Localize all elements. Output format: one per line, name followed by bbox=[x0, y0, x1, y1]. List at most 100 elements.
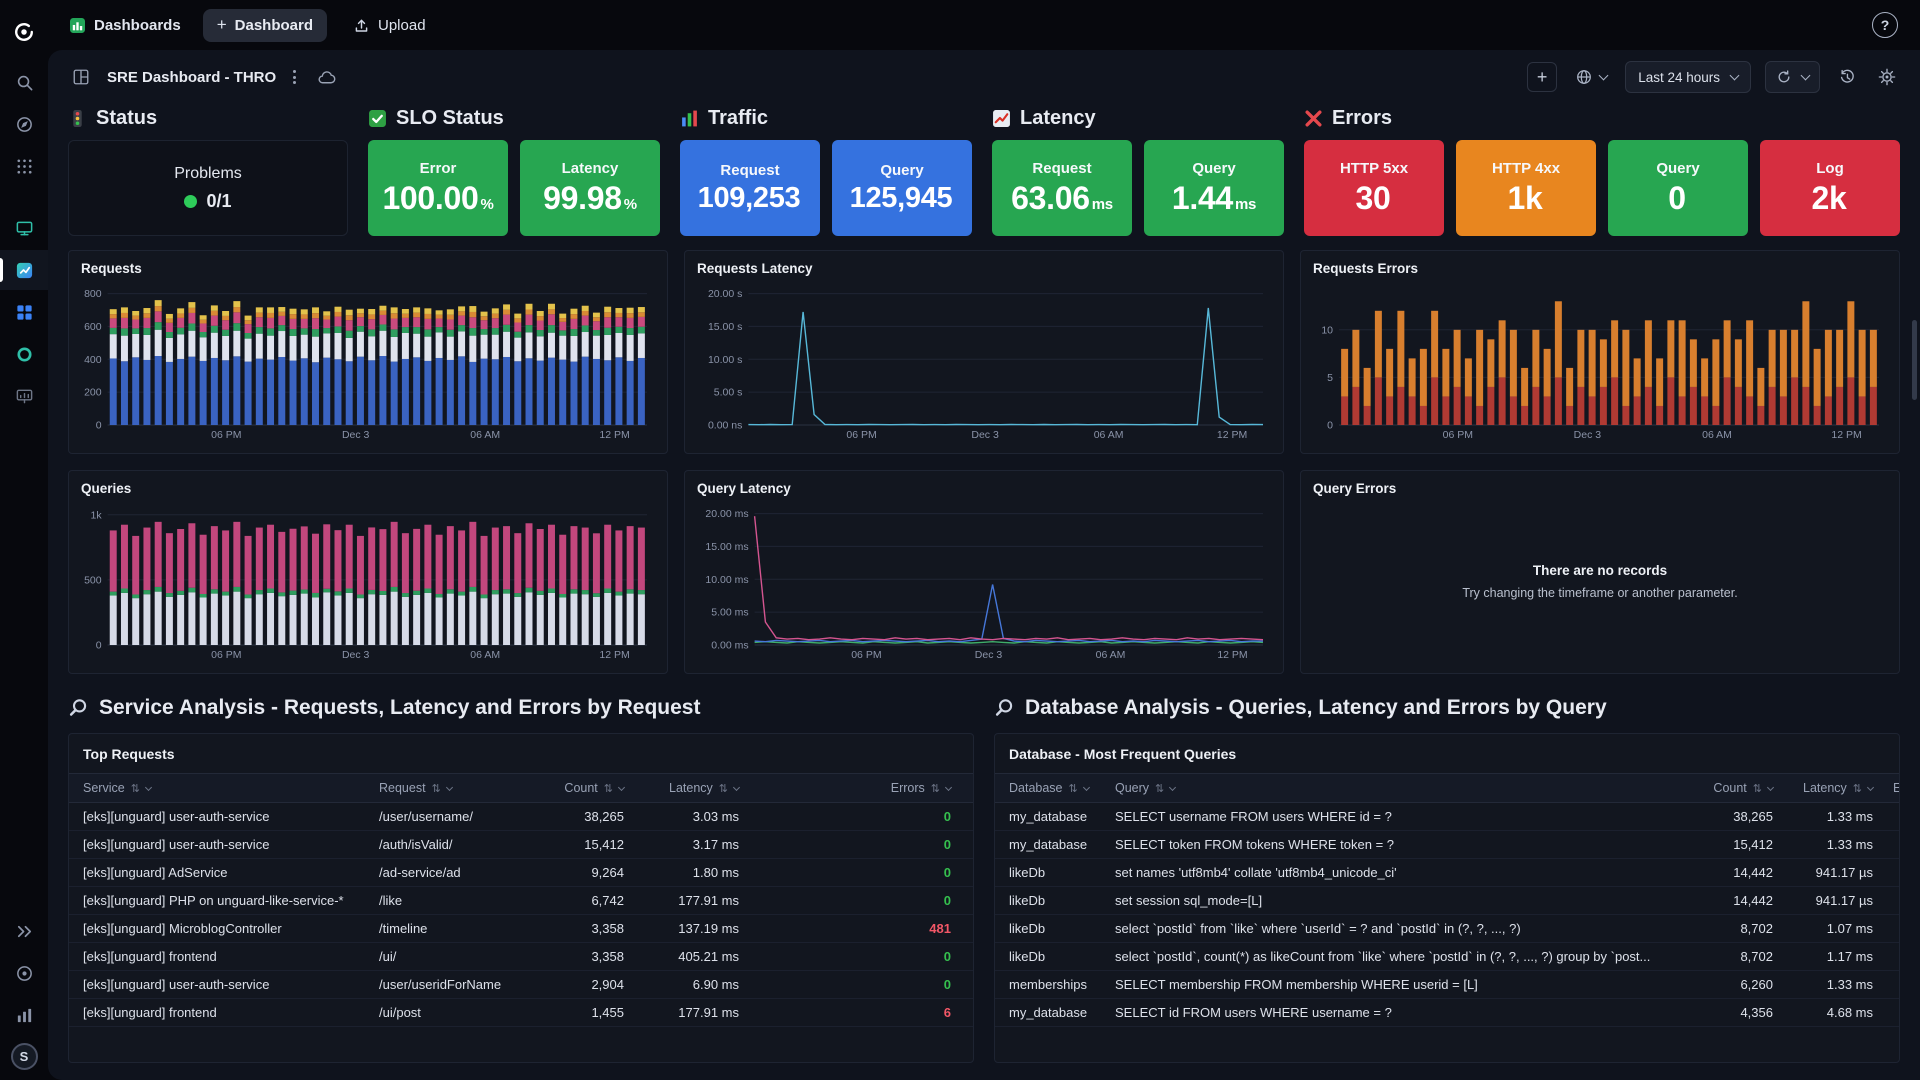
table-row[interactable]: [eks][unguard] PHP on unguard-like-servi… bbox=[69, 887, 973, 915]
table-row[interactable]: [eks][unguard] AdService/ad-service/ad9,… bbox=[69, 859, 973, 887]
table-row[interactable]: my_databaseSELECT token FROM tokens WHER… bbox=[995, 831, 1899, 859]
table-row[interactable]: my_databaseSELECT id FROM users WHERE us… bbox=[995, 999, 1899, 1027]
chevron-down-icon[interactable] bbox=[618, 784, 625, 791]
column-header-errors[interactable]: Errors⇅ bbox=[749, 774, 973, 803]
tile-http-4xx[interactable]: HTTP 4xx1k bbox=[1456, 140, 1596, 236]
table-row[interactable]: [eks][unguard] frontend/ui/post1,455177.… bbox=[69, 999, 973, 1027]
tracing-ring-icon[interactable] bbox=[0, 334, 48, 374]
help-button[interactable]: ? bbox=[1872, 12, 1898, 38]
chart-canvas[interactable]: 051006 PMDec 306 AM12 PM bbox=[1313, 279, 1887, 443]
table-row[interactable]: membershipsSELECT membership FROM member… bbox=[995, 971, 1899, 999]
table-row[interactable]: [eks][unguard] user-auth-service/auth/is… bbox=[69, 831, 973, 859]
cloud-sync-icon[interactable] bbox=[313, 64, 340, 91]
sort-icon[interactable]: ⇅ bbox=[131, 783, 140, 795]
sort-icon[interactable]: ⇅ bbox=[1753, 783, 1762, 795]
problems-panel[interactable]: Problems 0/1 bbox=[68, 140, 348, 236]
apps-grid-icon[interactable] bbox=[0, 146, 48, 186]
chevron-down-icon[interactable] bbox=[1169, 784, 1176, 791]
table-row[interactable]: likeDbset session sql_mode=[L]14,442941.… bbox=[995, 887, 1899, 915]
column-header-service[interactable]: Service⇅ bbox=[69, 774, 369, 803]
tile-request[interactable]: Request63.06ms bbox=[992, 140, 1132, 236]
tile-latency[interactable]: Latency99.98% bbox=[520, 140, 660, 236]
table-row[interactable]: likeDbselect `postId` from `like` where … bbox=[995, 915, 1899, 943]
chart-canvas[interactable]: 0.00 ns5.00 s10.00 s15.00 s20.00 s06 PMD… bbox=[697, 279, 1271, 443]
gear-icon[interactable] bbox=[1874, 64, 1900, 90]
chevron-down-icon[interactable] bbox=[1801, 70, 1811, 80]
tile-request[interactable]: Request109,253 bbox=[680, 140, 820, 236]
column-header-e[interactable]: E bbox=[1883, 774, 1899, 803]
chevron-down-icon[interactable] bbox=[446, 784, 453, 791]
chevron-down-icon[interactable] bbox=[1083, 784, 1090, 791]
chevron-down-icon[interactable] bbox=[945, 784, 952, 791]
sidebar-item-dashboards-active[interactable] bbox=[0, 250, 48, 290]
usage-chart-icon[interactable] bbox=[0, 995, 48, 1035]
grid-apps-blue-icon[interactable] bbox=[0, 292, 48, 332]
expand-sidebar-icon[interactable] bbox=[0, 911, 48, 951]
sort-icon[interactable]: ⇅ bbox=[604, 783, 613, 795]
chart-query-latency[interactable]: Query Latency 0.00 ms5.00 ms10.00 ms15.0… bbox=[684, 470, 1284, 674]
sort-icon[interactable]: ⇅ bbox=[1853, 783, 1862, 795]
user-avatar[interactable]: S bbox=[11, 1043, 38, 1070]
sort-icon[interactable]: ⇅ bbox=[1069, 783, 1078, 795]
chart-requests[interactable]: Requests 020040060080006 PMDec 306 AM12 … bbox=[68, 250, 668, 454]
refresh-split-button[interactable] bbox=[1765, 61, 1820, 93]
column-header-query[interactable]: Query⇅ bbox=[1105, 774, 1688, 803]
tab-dashboard[interactable]: + Dashboard bbox=[203, 9, 327, 42]
chart-canvas[interactable]: 0.00 ms5.00 ms10.00 ms15.00 ms20.00 ms06… bbox=[697, 499, 1271, 663]
tile-query[interactable]: Query1.44ms bbox=[1144, 140, 1284, 236]
sort-icon[interactable]: ⇅ bbox=[931, 783, 940, 795]
column-header-database[interactable]: Database⇅ bbox=[995, 774, 1105, 803]
chart-queries[interactable]: Queries 05001k06 PMDec 306 AM12 PM bbox=[68, 470, 668, 674]
chevron-down-icon[interactable] bbox=[1867, 784, 1874, 791]
column-header-latency[interactable]: Latency⇅ bbox=[634, 774, 749, 803]
support-icon[interactable] bbox=[0, 953, 48, 993]
tile-query[interactable]: Query125,945 bbox=[832, 140, 972, 236]
svg-text:Dec 3: Dec 3 bbox=[971, 429, 999, 441]
table-row[interactable]: [eks][unguard] user-auth-service/user/us… bbox=[69, 803, 973, 831]
column-header-request[interactable]: Request⇅ bbox=[369, 774, 539, 803]
sort-icon[interactable]: ⇅ bbox=[1155, 783, 1164, 795]
tile-http-5xx[interactable]: HTTP 5xx30 bbox=[1304, 140, 1444, 236]
chart-requests-errors[interactable]: Requests Errors 051006 PMDec 306 AM12 PM bbox=[1300, 250, 1900, 454]
column-header-count[interactable]: Count⇅ bbox=[1688, 774, 1783, 803]
add-widget-button[interactable]: + bbox=[1527, 62, 1557, 92]
time-range-picker[interactable]: Last 24 hours bbox=[1625, 61, 1751, 93]
app-logo-icon[interactable] bbox=[0, 12, 48, 52]
table-cell: [eks][unguard] user-auth-service bbox=[69, 971, 369, 999]
sort-icon[interactable]: ⇅ bbox=[432, 783, 441, 795]
search-icon[interactable] bbox=[0, 62, 48, 102]
column-header-latency[interactable]: Latency⇅ bbox=[1783, 774, 1883, 803]
chevron-down-icon[interactable] bbox=[1767, 784, 1774, 791]
kebab-menu-icon[interactable] bbox=[289, 66, 300, 88]
chart-canvas[interactable]: 05001k06 PMDec 306 AM12 PM bbox=[81, 499, 655, 663]
tile-label: Log bbox=[1816, 160, 1844, 177]
chart-requests-latency[interactable]: Requests Latency 0.00 ns5.00 s10.00 s15.… bbox=[684, 250, 1284, 454]
table-row[interactable]: [eks][unguard] frontend/ui/3,358405.21 m… bbox=[69, 943, 973, 971]
chevron-down-icon[interactable] bbox=[733, 784, 740, 791]
table-row[interactable]: likeDbset names 'utf8mb4' collate 'utf8m… bbox=[995, 859, 1899, 887]
chart-canvas[interactable]: 020040060080006 PMDec 306 AM12 PM bbox=[81, 279, 655, 443]
monitoring-icon[interactable] bbox=[0, 208, 48, 248]
chevron-down-icon[interactable] bbox=[145, 784, 152, 791]
table-row[interactable]: [eks][unguard] MicroblogController/timel… bbox=[69, 915, 973, 943]
tile-query[interactable]: Query0 bbox=[1608, 140, 1748, 236]
dashboard-layout-icon[interactable] bbox=[68, 64, 94, 90]
history-icon[interactable] bbox=[1834, 64, 1860, 90]
globe-dropdown[interactable] bbox=[1571, 64, 1611, 90]
svg-text:06 PM: 06 PM bbox=[211, 429, 241, 441]
table-row[interactable]: likeDbselect `postId`, count(*) as likeC… bbox=[995, 943, 1899, 971]
upload-button[interactable]: Upload bbox=[353, 17, 426, 34]
tile-error[interactable]: Error100.00% bbox=[368, 140, 508, 236]
column-header-count[interactable]: Count⇅ bbox=[539, 774, 634, 803]
monitor-gray-icon[interactable] bbox=[0, 376, 48, 416]
scrollbar-thumb[interactable] bbox=[1912, 320, 1917, 400]
tile-log[interactable]: Log2k bbox=[1760, 140, 1900, 236]
table-row[interactable]: [eks][unguard] user-auth-service/user/us… bbox=[69, 971, 973, 999]
explore-icon[interactable] bbox=[0, 104, 48, 144]
chart-query-errors[interactable]: Query Errors There are no records Try ch… bbox=[1300, 470, 1900, 674]
chart-title: Queries bbox=[81, 481, 655, 496]
sort-icon[interactable]: ⇅ bbox=[719, 783, 728, 795]
table-row[interactable]: my_databaseSELECT username FROM users WH… bbox=[995, 803, 1899, 831]
refresh-icon[interactable] bbox=[1776, 69, 1792, 85]
breadcrumb-dashboards[interactable]: Dashboards bbox=[70, 17, 181, 34]
